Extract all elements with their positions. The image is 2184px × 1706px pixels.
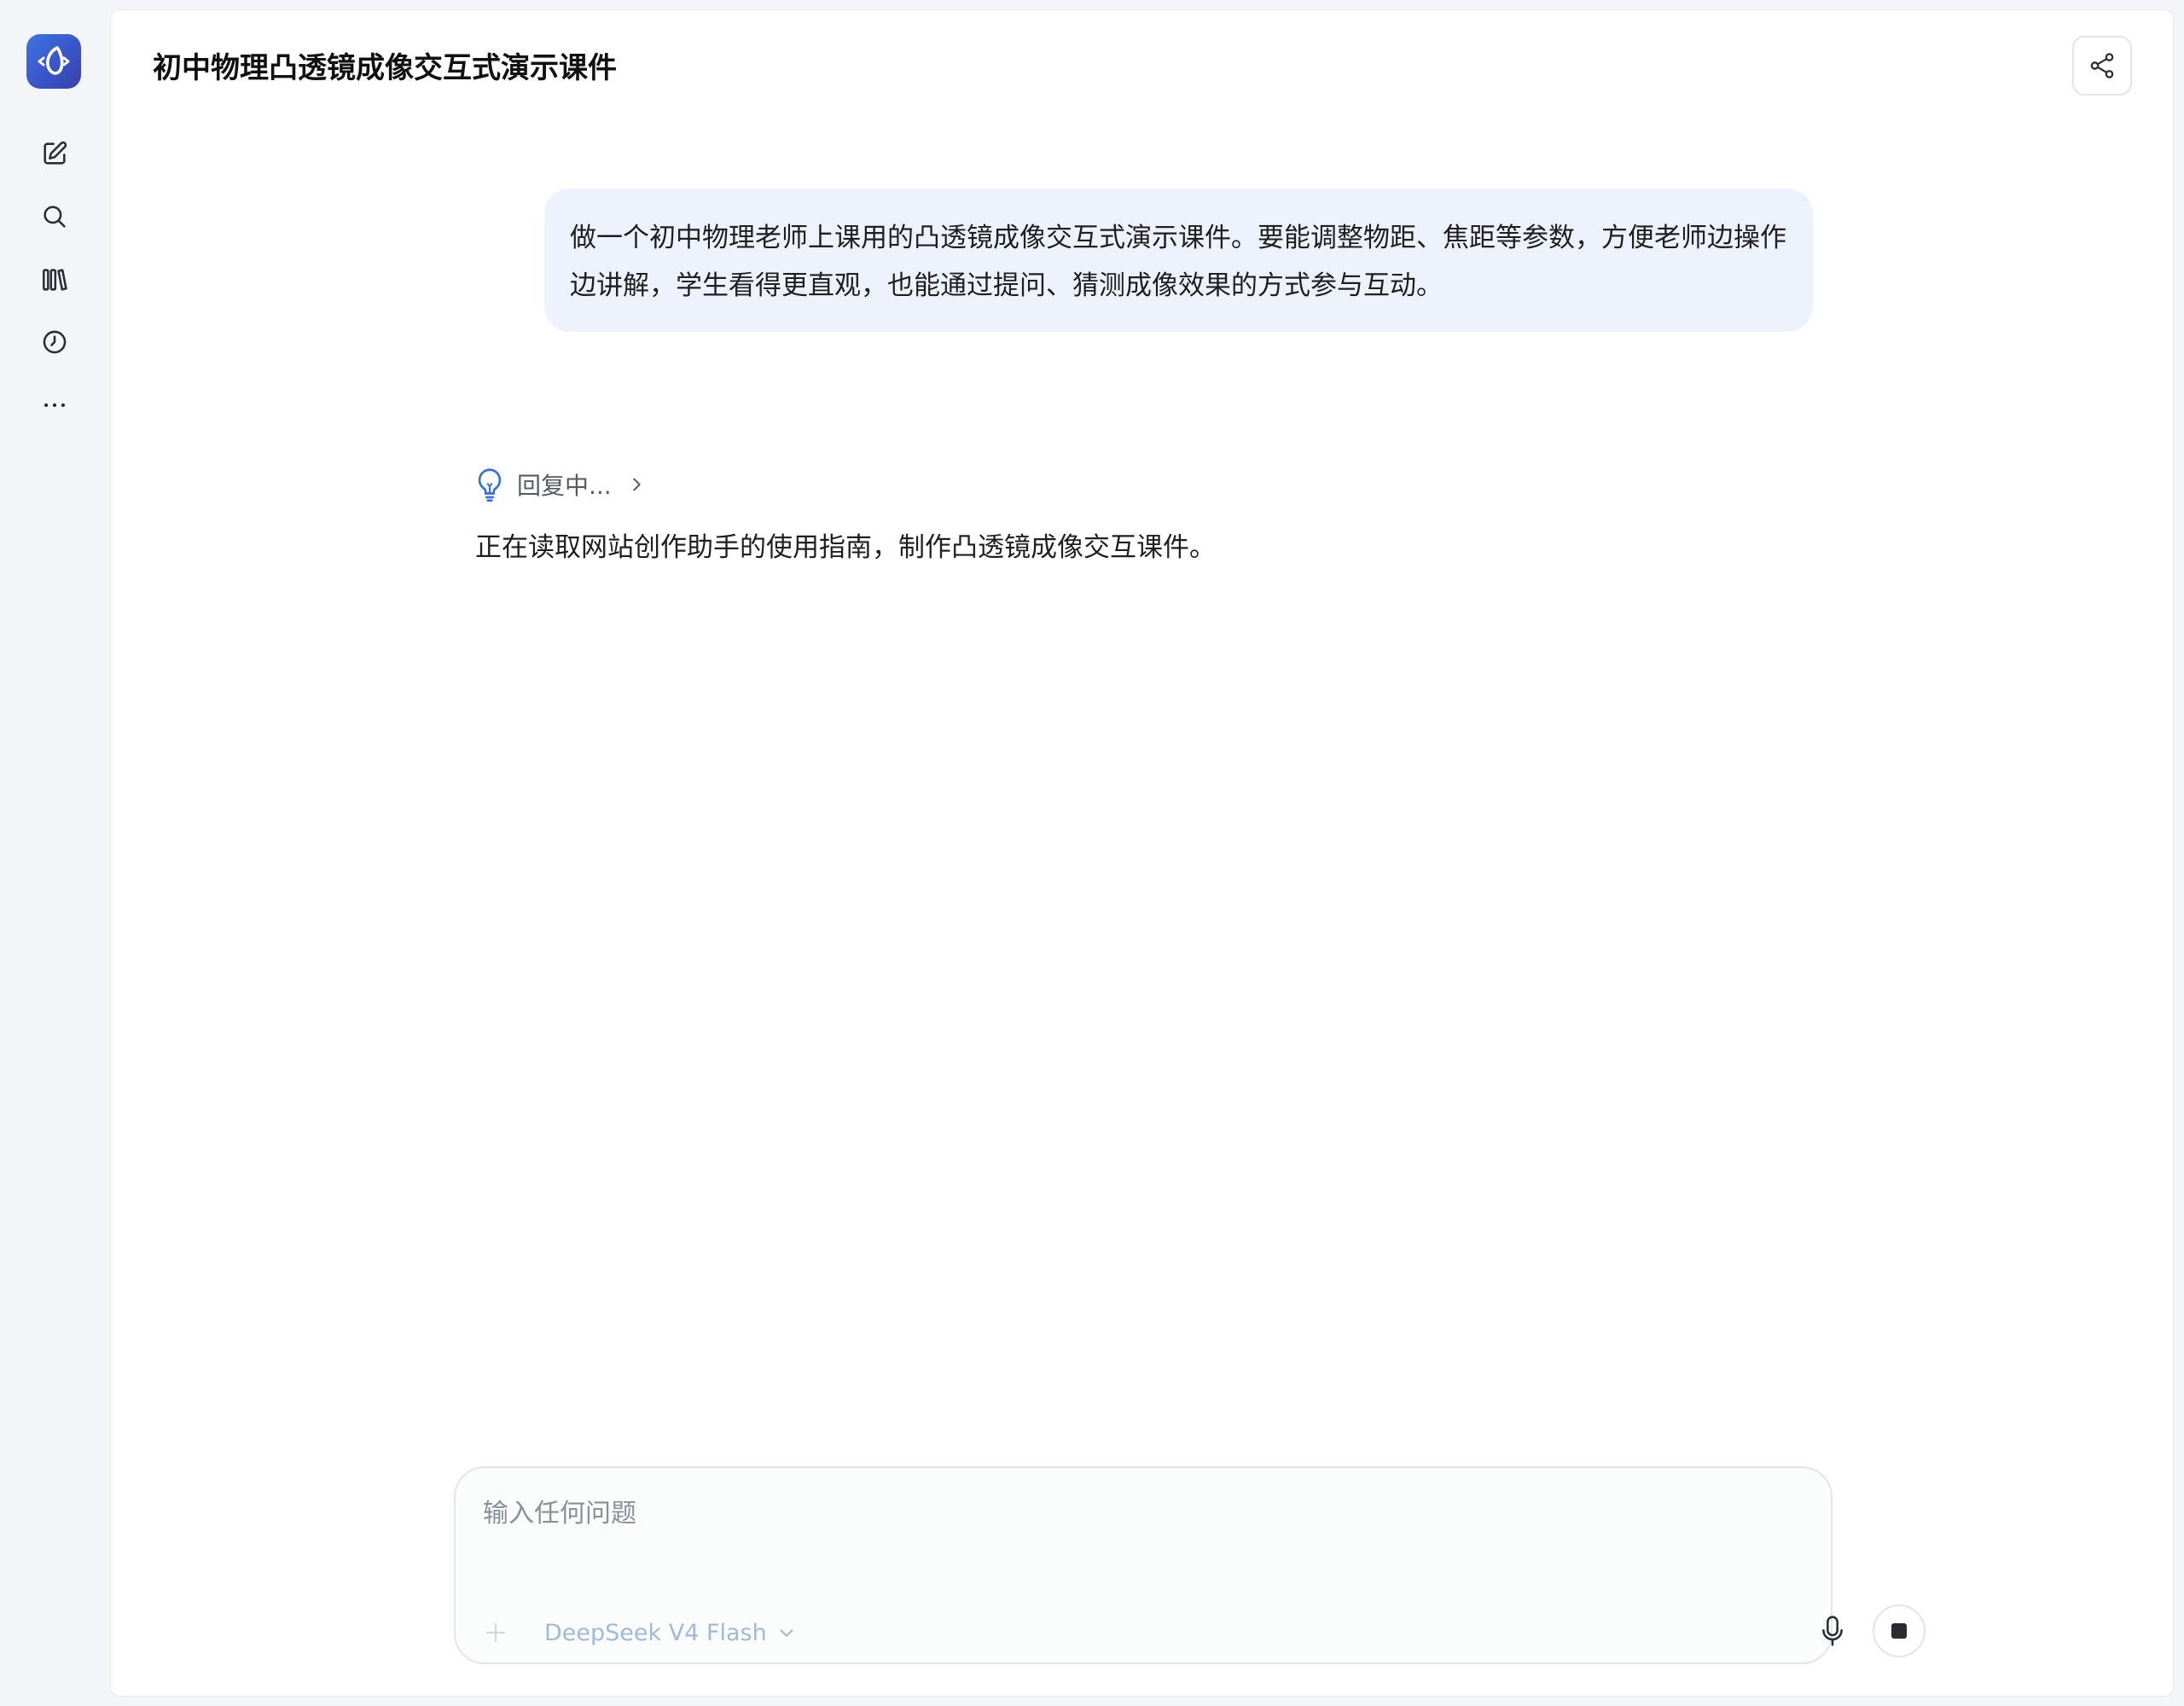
more-icon [44, 403, 66, 408]
search-icon [44, 206, 66, 228]
search-button[interactable] [34, 196, 75, 237]
thinking-status: 回复中... [517, 472, 612, 500]
user-message: 做一个初中物理老师上课用的凸透镜成像交互式演示课件。要能调整物距、焦距等参数，方… [544, 189, 1813, 332]
message-input[interactable] [481, 1490, 1798, 1562]
edit-icon [44, 141, 67, 165]
plus-icon [485, 1622, 506, 1643]
history-button[interactable] [34, 322, 75, 363]
sidebar [0, 0, 110, 1706]
clock-icon [43, 330, 67, 354]
library-button[interactable] [34, 259, 75, 300]
chat-panel: 初中物理凸透镜成像交互式演示课件 做一个初中物理老师上课用的凸透镜成像交互式演示… [110, 9, 2174, 1697]
voice-input-button[interactable] [1811, 1610, 1854, 1652]
message-composer: DeepSeek V4 Flash [454, 1466, 1926, 1664]
more-button[interactable] [34, 385, 75, 426]
new-chat-button[interactable] [34, 133, 75, 174]
assistant-reply: 正在读取网站创作助手的使用指南，制作凸透镜成像交互课件。 [475, 532, 1216, 563]
page-title: 初中物理凸透镜成像交互式演示课件 [153, 51, 617, 85]
logo-mark-icon [38, 46, 70, 75]
share-icon [2090, 53, 2114, 78]
model-selector[interactable]: DeepSeek V4 Flash [544, 1614, 796, 1651]
chevron-down-icon [780, 1629, 793, 1637]
microphone-icon [1822, 1616, 1843, 1646]
stop-generation-button[interactable] [1873, 1604, 1926, 1657]
chevron-right-icon [632, 478, 641, 491]
share-button[interactable] [2072, 36, 2132, 96]
app-logo-icon[interactable] [26, 34, 81, 89]
attach-button[interactable] [476, 1613, 515, 1652]
lightbulb-icon [478, 468, 502, 502]
model-name: DeepSeek V4 Flash [544, 1619, 767, 1646]
thinking-toggle[interactable]: 回复中... [474, 463, 646, 506]
library-icon [42, 269, 67, 291]
stop-icon [1891, 1623, 1907, 1639]
